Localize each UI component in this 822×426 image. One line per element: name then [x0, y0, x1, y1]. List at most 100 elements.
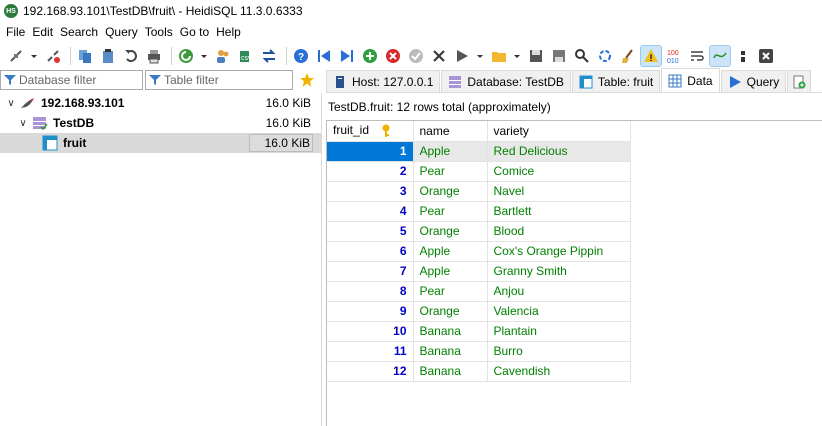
- cell-fruit-id[interactable]: 5: [327, 221, 414, 242]
- open-folder-icon[interactable]: [489, 46, 509, 66]
- refresh-dropdown-icon[interactable]: [199, 46, 209, 66]
- cell-fruit-id[interactable]: 12: [327, 361, 414, 382]
- cell-variety[interactable]: Anjou: [487, 281, 631, 302]
- delete-record-icon[interactable]: [383, 46, 403, 66]
- cell-fruit-id[interactable]: 8: [327, 281, 414, 302]
- table-row[interactable]: 8 Pear Anjou: [327, 281, 631, 302]
- menu-search[interactable]: Search: [58, 25, 103, 39]
- execute-play-icon[interactable]: [452, 46, 472, 66]
- cell-variety[interactable]: Burro: [487, 341, 631, 362]
- find-magnifier-icon[interactable]: [572, 46, 592, 66]
- cell-variety[interactable]: Blood: [487, 221, 631, 242]
- cell-variety[interactable]: Comice: [487, 161, 631, 182]
- cell-name[interactable]: Banana: [413, 341, 488, 362]
- table-row[interactable]: 10 Banana Plantain: [327, 321, 631, 342]
- save-disk-icon[interactable]: [526, 46, 546, 66]
- cell-name[interactable]: Pear: [413, 201, 488, 222]
- table-row[interactable]: 9 Orange Valencia: [327, 301, 631, 322]
- chevron-down-icon[interactable]: ∨: [18, 118, 28, 129]
- cell-fruit-id[interactable]: 4: [327, 201, 414, 222]
- tree-database-node[interactable]: ∨ TestDB 16.0 KiB: [0, 113, 321, 133]
- cell-name[interactable]: Apple: [413, 241, 488, 262]
- close-tab-icon[interactable]: [756, 46, 776, 66]
- cell-name[interactable]: Apple: [413, 141, 488, 162]
- paste-icon[interactable]: [98, 46, 118, 66]
- add-record-icon[interactable]: [360, 46, 380, 66]
- copy-icon[interactable]: [75, 46, 95, 66]
- undo-icon[interactable]: [121, 46, 141, 66]
- user-manager-icon[interactable]: [213, 46, 233, 66]
- table-row[interactable]: 2 Pear Comice: [327, 161, 631, 182]
- cell-variety[interactable]: Navel: [487, 181, 631, 202]
- format-sql-icon[interactable]: [709, 45, 731, 67]
- tab-database[interactable]: Database: TestDB: [441, 70, 571, 92]
- tab-data[interactable]: Data: [661, 68, 720, 92]
- cell-fruit-id[interactable]: 11: [327, 341, 414, 362]
- table-row[interactable]: 6 Apple Cox's Orange Pippin: [327, 241, 631, 262]
- table-row[interactable]: 1 Apple Red Delicious: [327, 141, 631, 162]
- wrap-lines-icon[interactable]: [687, 46, 707, 66]
- replace-icon[interactable]: [595, 46, 615, 66]
- menu-query[interactable]: Query: [103, 25, 143, 39]
- table-row[interactable]: 5 Orange Blood: [327, 221, 631, 242]
- table-row[interactable]: 7 Apple Granny Smith: [327, 261, 631, 282]
- cell-name[interactable]: Banana: [413, 361, 488, 382]
- cell-name[interactable]: Pear: [413, 161, 488, 182]
- new-query-tab-button[interactable]: [787, 70, 812, 92]
- cell-fruit-id[interactable]: 9: [327, 301, 414, 322]
- help-icon[interactable]: ?: [291, 46, 311, 66]
- connect-dropdown-icon[interactable]: [29, 46, 39, 66]
- cell-fruit-id[interactable]: 3: [327, 181, 414, 202]
- cell-variety[interactable]: Cavendish: [487, 361, 631, 382]
- last-record-icon[interactable]: [337, 46, 357, 66]
- refresh-icon[interactable]: [176, 46, 196, 66]
- cell-name[interactable]: Orange: [413, 301, 488, 322]
- cell-variety[interactable]: Red Delicious: [487, 141, 631, 162]
- favorites-star-icon[interactable]: [297, 70, 317, 90]
- menu-go-to[interactable]: Go to: [178, 25, 214, 39]
- cell-fruit-id[interactable]: 6: [327, 241, 414, 262]
- disconnect-plug-icon[interactable]: [43, 46, 63, 66]
- clear-brush-icon[interactable]: [618, 46, 638, 66]
- column-header-name[interactable]: name: [413, 121, 488, 142]
- menu-file[interactable]: File: [4, 25, 30, 39]
- cell-variety[interactable]: Plantain: [487, 321, 631, 342]
- menu-edit[interactable]: Edit: [30, 25, 58, 39]
- column-header-variety[interactable]: variety: [487, 121, 631, 142]
- database-filter-input[interactable]: Database filter: [0, 70, 143, 90]
- cell-fruit-id[interactable]: 1: [327, 141, 414, 162]
- binary-icon[interactable]: 100 010: [664, 46, 684, 66]
- cell-variety[interactable]: Cox's Orange Pippin: [487, 241, 631, 262]
- tab-host[interactable]: Host: 127.0.0.1: [326, 70, 441, 92]
- cancel-x-icon[interactable]: [429, 46, 449, 66]
- tree-table-node[interactable]: fruit 16.0 KiB: [0, 133, 321, 153]
- tab-query[interactable]: Query: [720, 70, 787, 92]
- cell-name[interactable]: Orange: [413, 181, 488, 202]
- tab-table[interactable]: Table: fruit: [571, 70, 661, 92]
- cell-name[interactable]: Banana: [413, 321, 488, 342]
- table-row[interactable]: 11 Banana Burro: [327, 341, 631, 362]
- open-dropdown-icon[interactable]: [512, 46, 522, 66]
- data-grid[interactable]: fruit_id name variety 1 Apple Red Deliciou…: [326, 120, 822, 426]
- cell-name[interactable]: Pear: [413, 281, 488, 302]
- first-record-icon[interactable]: [314, 46, 334, 66]
- tree-host-node[interactable]: ∨ 192.168.93.101 16.0 KiB: [0, 93, 321, 113]
- table-row[interactable]: 4 Pear Bartlett: [327, 201, 631, 222]
- chevron-down-icon[interactable]: ∨: [6, 98, 16, 109]
- print-icon[interactable]: [144, 46, 164, 66]
- cell-variety[interactable]: Valencia: [487, 301, 631, 322]
- execute-dropdown-icon[interactable]: [475, 46, 485, 66]
- cell-variety[interactable]: Bartlett: [487, 201, 631, 222]
- cell-name[interactable]: Orange: [413, 221, 488, 242]
- post-check-icon[interactable]: [406, 46, 426, 66]
- table-row[interactable]: 3 Orange Navel: [327, 181, 631, 202]
- cell-name[interactable]: Apple: [413, 261, 488, 282]
- import-export-icon[interactable]: csv: [236, 46, 256, 66]
- menu-tools[interactable]: Tools: [143, 25, 178, 39]
- connect-plug-icon[interactable]: [6, 46, 26, 66]
- sync-arrows-icon[interactable]: [259, 46, 279, 66]
- column-header-fruit-id[interactable]: fruit_id: [327, 121, 414, 142]
- menu-help[interactable]: Help: [214, 25, 246, 39]
- separator-dots-icon[interactable]: [733, 46, 753, 66]
- table-row[interactable]: 12 Banana Cavendish: [327, 361, 631, 382]
